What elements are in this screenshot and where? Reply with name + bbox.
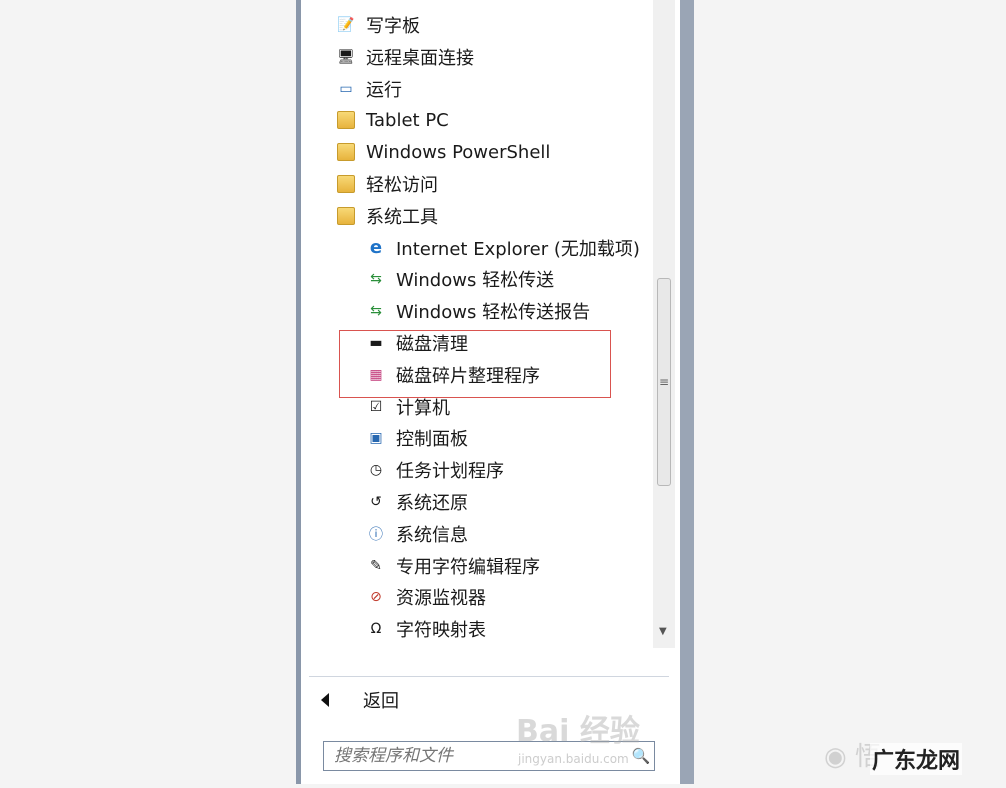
menu-item-label: Internet Explorer (无加载项) bbox=[396, 238, 640, 260]
menu-item[interactable]: ▬ 磁盘清理 bbox=[365, 328, 468, 358]
remote-desktop-icon: 🖥 bbox=[337, 48, 355, 65]
start-menu: 📝 写字板 🖥 远程桌面连接 ▭ 运行 Tablet PC Windows PowerShel… bbox=[296, 0, 694, 784]
defragmenter-icon: ▦ bbox=[369, 366, 383, 383]
folder-icon bbox=[335, 205, 357, 227]
scrollbar[interactable]: ≡ ▼ bbox=[653, 0, 675, 648]
watermark-site: 广东龙网 bbox=[870, 743, 963, 775]
menu-item-label: 系统信息 bbox=[396, 524, 468, 546]
menu-item[interactable]: Tablet PC bbox=[335, 105, 449, 135]
menu-item-label: 计算机 bbox=[396, 397, 450, 419]
menu-item[interactable]: ⊘ 资源监视器 bbox=[365, 582, 486, 612]
private-character-editor-icon: ✎ bbox=[370, 557, 382, 574]
menu-item[interactable]: 🖥 远程桌面连接 bbox=[335, 42, 474, 72]
menu-item-label: 资源监视器 bbox=[396, 588, 486, 610]
menu-item-label: 磁盘清理 bbox=[396, 334, 468, 355]
menu-item[interactable]: 📝 写字板 bbox=[335, 10, 420, 40]
disk-cleanup-icon: ▬ bbox=[369, 335, 383, 351]
system-restore-icon: ↺ bbox=[370, 494, 382, 510]
menu-item-label: Tablet PC bbox=[366, 109, 449, 131]
menu-item[interactable]: ▣ 控制面板 bbox=[365, 423, 468, 453]
computer-icon: ☑ bbox=[369, 398, 383, 415]
menu-item[interactable]: ▭ 运行 bbox=[335, 74, 402, 104]
easy-transfer-icon: ⇆ bbox=[370, 271, 382, 288]
menu-item[interactable]: ⓘ 系统信息 bbox=[365, 519, 468, 549]
separator bbox=[309, 676, 669, 677]
menu-item[interactable]: Windows PowerShell bbox=[335, 137, 550, 167]
back-arrow-icon bbox=[321, 693, 329, 707]
run-icon: ▭ bbox=[339, 80, 353, 97]
menu-item-label: Windows PowerShell bbox=[366, 141, 551, 163]
back-label: 返回 bbox=[363, 691, 399, 712]
menu-item-label: Windows 轻松传送报告 bbox=[396, 302, 591, 324]
menu-item[interactable]: ↺ 系统还原 bbox=[365, 487, 468, 517]
menu-item[interactable]: Ω 字符映射表 bbox=[365, 614, 486, 644]
menu-item-label: 轻松访问 bbox=[366, 175, 438, 196]
watermark-baidu: Bai 经验 bbox=[516, 714, 640, 749]
task-scheduler-icon: ◷ bbox=[369, 462, 383, 479]
menu-item-label: 专用字符编辑程序 bbox=[396, 556, 540, 578]
back-button[interactable]: 返回 bbox=[321, 686, 399, 714]
menu-item[interactable]: ⇆ Windows 轻松传送报告 bbox=[365, 296, 590, 326]
folder-icon bbox=[335, 173, 357, 195]
menu-item[interactable]: 系统工具 bbox=[335, 201, 438, 231]
menu-item-label: 控制面板 bbox=[396, 429, 468, 451]
scroll-down-icon[interactable]: ▼ bbox=[659, 626, 667, 637]
menu-item-label: 字符映射表 bbox=[396, 620, 486, 642]
folder-icon bbox=[335, 141, 357, 163]
menu-item[interactable]: ☑ 计算机 bbox=[365, 392, 450, 422]
wordpad-icon: 📝 bbox=[337, 17, 355, 33]
control-panel-icon: ▣ bbox=[369, 430, 383, 447]
folder-icon bbox=[335, 109, 357, 131]
menu-item[interactable]: ✎ 专用字符编辑程序 bbox=[365, 551, 540, 581]
scrollbar-thumb[interactable]: ≡ bbox=[657, 278, 671, 486]
menu-item-label: 运行 bbox=[366, 79, 402, 101]
system-info-icon: ⓘ bbox=[369, 526, 383, 543]
menu-item-label: 任务计划程序 bbox=[396, 461, 504, 483]
menu-item-label: 远程桌面连接 bbox=[366, 47, 474, 69]
menu-item[interactable]: e Internet Explorer (无加载项) bbox=[365, 233, 640, 263]
menu-item-label: 系统还原 bbox=[396, 493, 468, 514]
internet-explorer-icon: e bbox=[369, 237, 383, 259]
menu-item-label: 系统工具 bbox=[366, 206, 438, 228]
menu-item[interactable]: ◷ 任务计划程序 bbox=[365, 455, 504, 485]
menu-item[interactable]: ⇆ Windows 轻松传送 bbox=[365, 264, 554, 294]
easy-transfer-report-icon: ⇆ bbox=[370, 303, 382, 320]
character-map-icon: Ω bbox=[370, 621, 382, 638]
program-list: 📝 写字板 🖥 远程桌面连接 ▭ 运行 Tablet PC Windows PowerShel… bbox=[301, 0, 653, 648]
menu-item-label: 写字板 bbox=[366, 16, 420, 37]
menu-item-label: 磁盘碎片整理程序 bbox=[396, 365, 540, 387]
watermark-baidu-url: jingyan.baidu.com bbox=[518, 752, 629, 766]
resource-monitor-icon: ⊘ bbox=[370, 589, 382, 606]
menu-item[interactable]: 轻松访问 bbox=[335, 169, 438, 199]
menu-item[interactable]: ▦ 磁盘碎片整理程序 bbox=[365, 360, 540, 390]
menu-item-label: Windows 轻松传送 bbox=[396, 270, 555, 292]
